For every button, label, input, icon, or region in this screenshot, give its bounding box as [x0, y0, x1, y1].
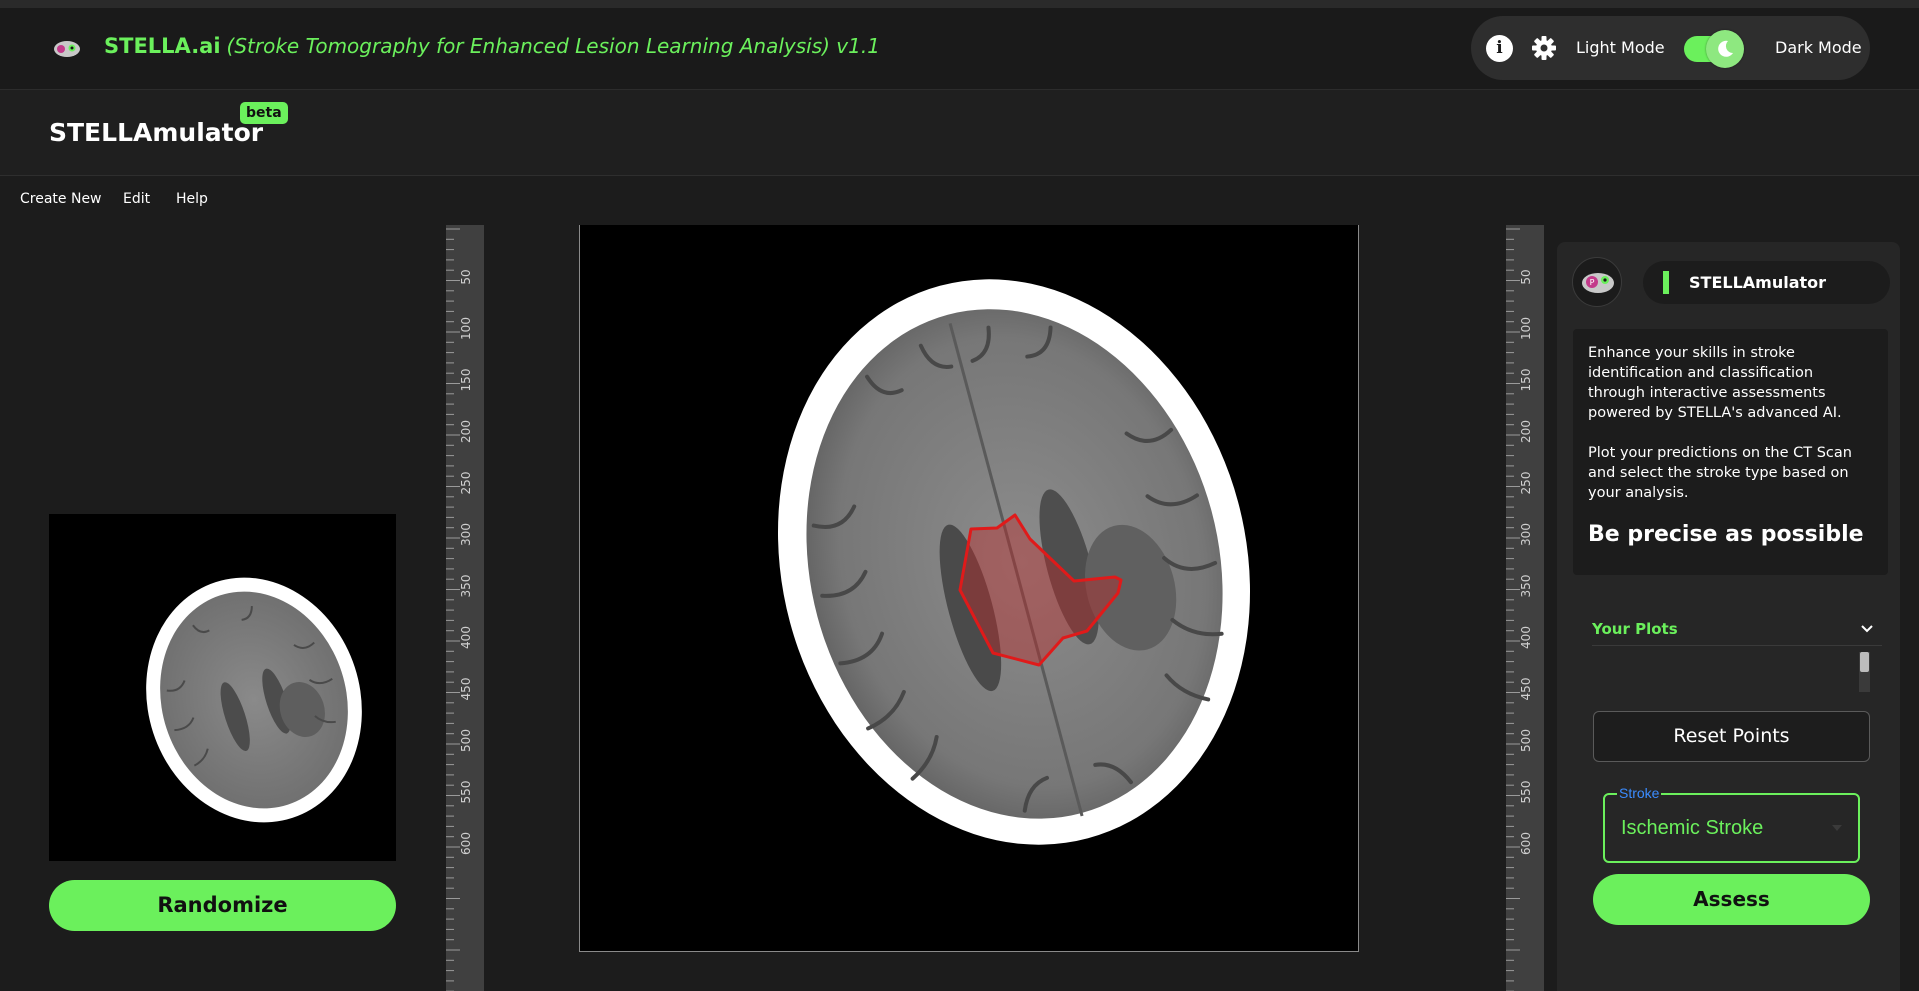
- menu-bar: Create New Edit Help: [0, 177, 1919, 225]
- ruler-label: 250: [1519, 472, 1533, 495]
- panel-title: STELLAmulator: [1689, 273, 1827, 292]
- toggle-knob: [1706, 30, 1744, 68]
- reset-points-button[interactable]: Reset Points: [1593, 711, 1870, 762]
- your-plots-accordion[interactable]: Your Plots: [1592, 616, 1882, 646]
- left-panel: Randomize: [0, 225, 446, 991]
- menu-create-new[interactable]: Create New: [20, 191, 102, 207]
- ruler-label: 500: [1519, 729, 1533, 752]
- randomize-button[interactable]: Randomize: [49, 880, 396, 931]
- moon-icon: [1718, 40, 1733, 57]
- your-plots-label: Your Plots: [1592, 620, 1678, 638]
- brand-title: STELLA.ai (Stroke Tomography for Enhanced…: [104, 34, 880, 58]
- ruler-label: 450: [1519, 678, 1533, 701]
- stroke-select-value: Ischemic Stroke: [1621, 817, 1764, 839]
- ruler-label: 350: [459, 575, 473, 598]
- app-header: STELLAmulator beta: [0, 90, 1919, 176]
- instructions-card: Enhance your skills in stroke identifica…: [1573, 329, 1888, 575]
- plots-scrollbar[interactable]: [1859, 652, 1870, 692]
- ruler-right: 50 100 150 200 250 300 350 400 450 500 550 600: [1506, 225, 1544, 991]
- ruler-label: 200: [1519, 420, 1533, 443]
- chevron-down-icon: [1861, 625, 1873, 633]
- assess-button[interactable]: Assess: [1593, 874, 1870, 925]
- ruler-label: 150: [1519, 369, 1533, 392]
- ruler-label: 300: [459, 523, 473, 546]
- brand-subtitle: (Stroke Tomography for Enhanced Lesion L…: [226, 34, 880, 58]
- right-panel: P STELLAmulator Enhance your skills in s…: [1557, 242, 1900, 991]
- ruler-label: 200: [459, 420, 473, 443]
- app-title: STELLAmulator: [49, 118, 264, 147]
- ruler-label: 350: [1519, 575, 1533, 598]
- avatar: P: [1572, 257, 1622, 307]
- ruler-label: 600: [459, 832, 473, 855]
- instructions-text-1: Enhance your skills in stroke identifica…: [1588, 345, 1842, 421]
- ruler-label: 100: [1519, 317, 1533, 340]
- instructions-text-2: Plot your predictions on the CT Scan and…: [1588, 445, 1852, 501]
- ruler-label: 500: [459, 729, 473, 752]
- precision-heading: Be precise as possible: [1588, 522, 1864, 547]
- theme-toggle[interactable]: [1684, 30, 1744, 68]
- svg-text:P: P: [1590, 278, 1595, 287]
- panel-title-chip: STELLAmulator: [1643, 261, 1890, 304]
- ruler-label: 400: [459, 626, 473, 649]
- ruler-label: 600: [1519, 832, 1533, 855]
- app-logo-icon: [54, 41, 80, 57]
- caret-down-icon: [1832, 825, 1842, 831]
- ct-scan-canvas[interactable]: [579, 225, 1359, 952]
- window-top-strip: [0, 0, 1919, 8]
- ct-thumbnail: [49, 514, 396, 861]
- menu-help[interactable]: Help: [176, 191, 208, 207]
- chip-accent-bar: [1663, 271, 1669, 294]
- ruler-label: 450: [459, 678, 473, 701]
- dark-mode-label: Dark Mode: [1775, 38, 1862, 57]
- beta-badge: beta: [240, 102, 288, 124]
- menu-edit[interactable]: Edit: [123, 191, 150, 207]
- info-icon[interactable]: i: [1486, 35, 1513, 62]
- ruler-label: 300: [1519, 523, 1533, 546]
- ruler-label: 250: [459, 472, 473, 495]
- ruler-label: 400: [1519, 626, 1533, 649]
- top-bar: STELLA.ai (Stroke Tomography for Enhanced…: [0, 8, 1919, 90]
- ruler-label: 550: [1519, 781, 1533, 804]
- stroke-select[interactable]: Stroke Ischemic Stroke: [1603, 785, 1860, 863]
- ruler-left: 50 100 150 200 250 300 350 400 450 500 550 600: [446, 225, 484, 991]
- header-controls: i Light Mode Dark Mode: [1471, 16, 1870, 80]
- brand-name: STELLA.ai: [104, 34, 221, 58]
- ruler-label: 150: [459, 369, 473, 392]
- stroke-select-label: Stroke: [1617, 785, 1662, 801]
- light-mode-label: Light Mode: [1576, 38, 1665, 57]
- ruler-label: 50: [459, 269, 473, 284]
- ruler-label: 100: [459, 317, 473, 340]
- scrollbar-thumb[interactable]: [1860, 652, 1869, 672]
- ruler-label: 50: [1519, 269, 1533, 284]
- ruler-label: 550: [459, 781, 473, 804]
- gear-icon[interactable]: [1531, 35, 1557, 61]
